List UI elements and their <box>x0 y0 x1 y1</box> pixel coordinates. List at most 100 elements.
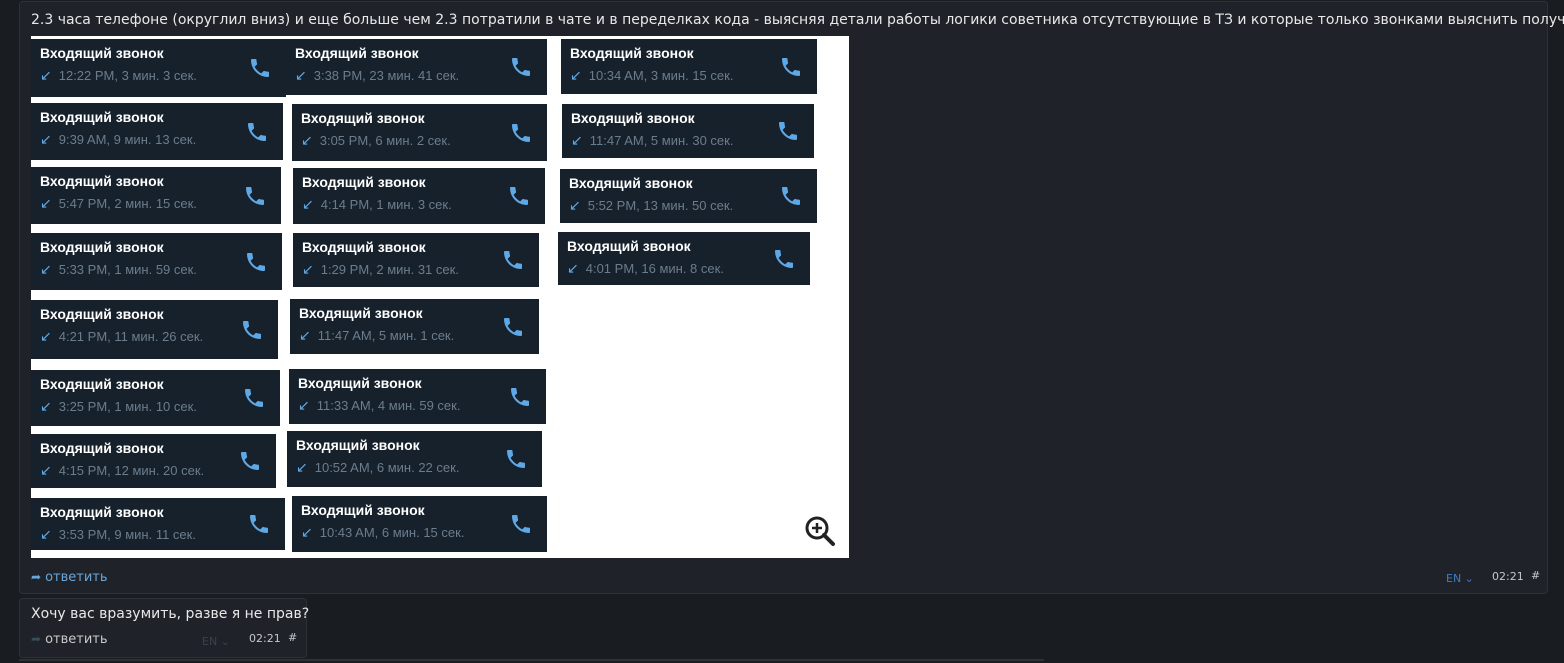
call-title: Входящий звонок <box>40 306 164 322</box>
call-details: ↙ 3:05 PM, 6 мин. 2 сек. <box>301 132 451 149</box>
phone-icon <box>250 515 268 533</box>
call-title: Входящий звонок <box>40 376 164 392</box>
call-details: ↙ 10:34 AM, 3 мин. 15 сек. <box>570 67 733 84</box>
reply-icon: ➦ <box>31 632 42 646</box>
phone-icon <box>247 252 265 271</box>
call-details: ↙ 4:14 PM, 1 мин. 3 сек. <box>302 196 452 213</box>
call-details: ↙ 9:39 AM, 9 мин. 13 сек. <box>40 131 196 148</box>
call-title: Входящий звонок <box>40 239 164 255</box>
message-text: 2.3 часа телефоне (округлил вниз) и еще … <box>31 12 1564 28</box>
phone-icon <box>511 387 529 406</box>
call-title: Входящий звонок <box>299 305 423 321</box>
call-card: Входящий звонок ↙ 10:34 AM, 3 мин. 15 сек. <box>561 39 817 94</box>
call-details: ↙ 12:22 PM, 3 мин. 3 сек. <box>40 67 197 84</box>
call-details: ↙ 3:53 PM, 9 мин. 11 сек. <box>40 526 196 543</box>
incoming-arrow-icon: ↙ <box>40 195 52 211</box>
message-2: Хочу вас вразумить, разве я не прав? ➦ от… <box>19 598 310 658</box>
call-title: Входящий звонок <box>570 45 694 61</box>
call-title: Входящий звонок <box>571 110 695 126</box>
language-label: EN <box>202 635 218 648</box>
call-card: Входящий звонок ↙ 11:33 AM, 4 мин. 59 сек. <box>289 369 546 424</box>
call-details: ↙ 1:29 PM, 2 мин. 31 сек. <box>302 261 459 278</box>
image-attachment[interactable]: Входящий звонок ↙ 4:01 PM, 16 мин. 8 сек. В… <box>31 36 849 558</box>
chevron-down-icon: ⌄ <box>1461 572 1474 585</box>
incoming-arrow-icon: ↙ <box>298 397 310 413</box>
call-card: Входящий звонок ↙ 12:22 PM, 3 мин. 3 сек. <box>31 39 286 97</box>
phone-icon <box>243 320 261 339</box>
call-card: Входящий звонок ↙ 3:05 PM, 6 мин. 2 сек. <box>292 104 547 161</box>
call-time-duration: 3:53 PM, 9 мин. 11 сек. <box>58 527 196 542</box>
call-title: Входящий звонок <box>301 502 425 518</box>
incoming-arrow-icon: ↙ <box>295 67 307 83</box>
phone-icon <box>782 187 800 205</box>
call-card: Входящий звонок ↙ 4:01 PM, 16 мин. 8 сек. <box>558 232 810 285</box>
language-selector[interactable]: EN ⌄ <box>202 634 230 648</box>
call-time-duration: 3:38 PM, 23 мин. 41 сек. <box>313 68 460 83</box>
call-time-duration: 10:43 AM, 6 мин. 15 сек. <box>319 525 465 540</box>
call-title: Входящий звонок <box>569 175 693 191</box>
call-time-duration: 4:15 PM, 12 мин. 20 сек. <box>58 463 205 478</box>
call-details: ↙ 11:47 AM, 5 мин. 30 сек. <box>571 132 733 149</box>
incoming-arrow-icon: ↙ <box>40 131 52 147</box>
call-details: ↙ 5:52 PM, 13 мин. 50 сек. <box>569 197 733 214</box>
reply-icon: ➦ <box>31 570 42 584</box>
phone-icon <box>248 122 266 141</box>
reply-link[interactable]: ➦ ответить <box>31 570 108 585</box>
call-title: Входящий звонок <box>40 504 164 520</box>
zoom-in-icon[interactable] <box>804 515 836 547</box>
language-selector[interactable]: EN ⌄ <box>1446 571 1474 585</box>
phone-icon <box>510 187 528 205</box>
call-time-duration: 9:39 AM, 9 мин. 13 сек. <box>58 132 197 147</box>
call-card: Входящий звонок ↙ 4:21 PM, 11 мин. 26 сек. <box>31 300 278 359</box>
call-title: Входящий звонок <box>301 110 425 126</box>
call-time-duration: 4:01 PM, 16 мин. 8 сек. <box>585 261 724 276</box>
call-details: ↙ 5:47 PM, 2 мин. 15 сек. <box>40 195 197 212</box>
next-message-edge <box>19 659 1044 661</box>
call-time-duration: 11:33 AM, 4 мин. 59 сек. <box>316 398 461 413</box>
incoming-arrow-icon: ↙ <box>302 196 314 212</box>
incoming-arrow-icon: ↙ <box>302 261 314 277</box>
call-time-duration: 4:21 PM, 11 мин. 26 сек. <box>58 329 204 344</box>
call-time-duration: 11:47 AM, 5 мин. 30 сек. <box>589 133 734 148</box>
call-time-duration: 1:29 PM, 2 мин. 31 сек. <box>320 262 459 277</box>
call-card: Входящий звонок ↙ 11:47 AM, 5 мин. 30 сек. <box>562 104 814 158</box>
call-details: ↙ 10:43 AM, 6 мин. 15 сек. <box>301 524 464 541</box>
incoming-arrow-icon: ↙ <box>567 260 579 276</box>
permalink-hash[interactable]: # <box>1531 569 1540 582</box>
call-card: Входящий звонок ↙ 5:47 PM, 2 мин. 15 сек. <box>31 167 281 224</box>
permalink-hash[interactable]: # <box>288 631 297 644</box>
call-title: Входящий звонок <box>40 45 164 61</box>
call-time-duration: 5:47 PM, 2 мин. 15 сек. <box>58 196 197 211</box>
call-title: Входящий звонок <box>567 238 691 254</box>
call-title: Входящий звонок <box>40 440 164 456</box>
call-time-duration: 11:47 AM, 5 мин. 1 сек. <box>317 328 455 343</box>
call-card: Входящий звонок ↙ 1:29 PM, 2 мин. 31 сек. <box>293 233 539 287</box>
phone-icon <box>512 58 530 76</box>
phone-icon <box>245 389 263 407</box>
incoming-arrow-icon: ↙ <box>40 67 52 83</box>
call-details: ↙ 3:38 PM, 23 мин. 41 сек. <box>295 67 459 84</box>
phone-icon <box>512 123 530 142</box>
call-card: Входящий звонок ↙ 3:25 PM, 1 мин. 10 сек. <box>31 370 280 426</box>
incoming-arrow-icon: ↙ <box>40 462 52 478</box>
call-details: ↙ 3:25 PM, 1 мин. 10 сек. <box>40 398 197 415</box>
incoming-arrow-icon: ↙ <box>296 459 308 475</box>
phone-icon <box>775 249 793 268</box>
phone-icon <box>251 59 269 77</box>
incoming-arrow-icon: ↙ <box>299 327 311 343</box>
call-time-duration: 5:33 PM, 1 мин. 59 сек. <box>58 262 197 277</box>
phone-icon <box>504 251 522 269</box>
call-details: ↙ 5:33 PM, 1 мин. 59 сек. <box>40 261 197 278</box>
incoming-arrow-icon: ↙ <box>570 67 582 83</box>
call-details: ↙ 11:47 AM, 5 мин. 1 сек. <box>299 327 454 344</box>
reply-link[interactable]: ➦ ответить <box>31 632 108 647</box>
phone-icon <box>504 317 522 336</box>
call-title: Входящий звонок <box>302 174 426 190</box>
call-details: ↙ 4:21 PM, 11 мин. 26 сек. <box>40 328 203 345</box>
call-time-duration: 5:52 PM, 13 мин. 50 сек. <box>587 198 734 213</box>
incoming-arrow-icon: ↙ <box>40 328 52 344</box>
call-time-duration: 12:22 PM, 3 мин. 3 сек. <box>58 68 197 83</box>
phone-icon <box>782 57 800 76</box>
reply-label: ответить <box>45 632 108 647</box>
message-text: Хочу вас вразумить, разве я не прав? <box>31 606 310 622</box>
